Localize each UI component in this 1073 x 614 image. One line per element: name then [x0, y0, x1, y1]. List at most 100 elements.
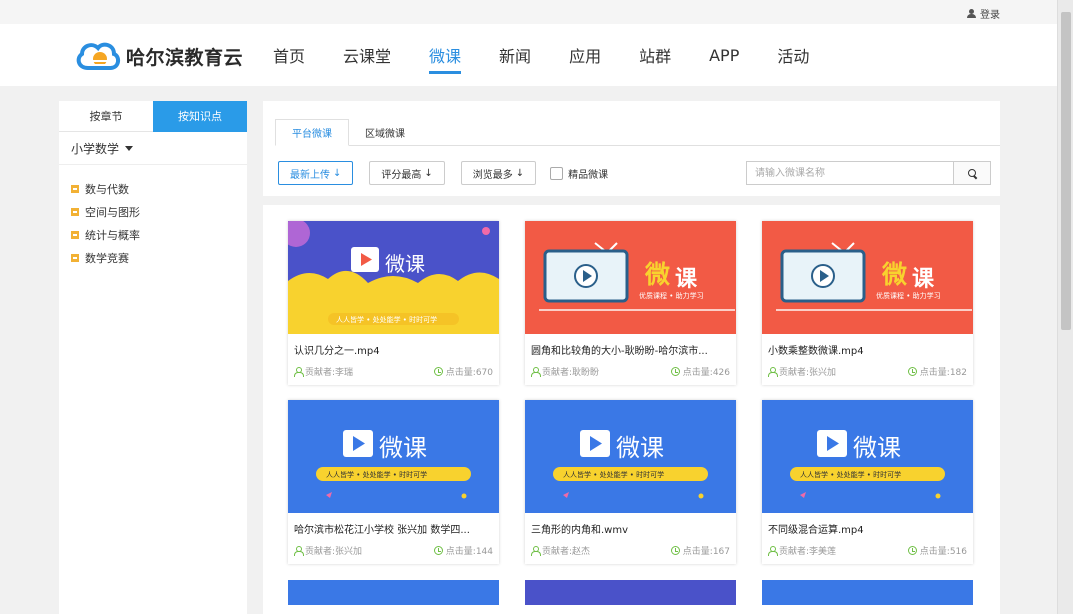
clock-icon: [907, 546, 917, 555]
folder-icon: [71, 230, 79, 239]
thumbnail-weike-text: 微课: [385, 252, 425, 276]
views-label: 点击量:182: [919, 368, 967, 378]
source-tabs: 平台微课 区域微课: [275, 119, 421, 146]
thumbnail-slogan: 人人皆学 • 处处能学 • 时时可学: [800, 471, 902, 479]
sort-top-rated-button[interactable]: 评分最高 ↓: [369, 161, 445, 185]
thumbnail-weike-text: 微课: [379, 434, 427, 462]
thumbnail-slogan: 人人皆学 • 处处能学 • 时时可学: [336, 316, 438, 324]
nav-home[interactable]: 首页: [273, 24, 305, 86]
nav-micro-lesson[interactable]: 微课: [429, 24, 462, 86]
sort-filters: 最新上传 ↓ 评分最高 ↓ 浏览最多 ↓ 精品微课: [278, 161, 608, 185]
lesson-meta: 贡献者:张兴加 点击量:182: [768, 365, 967, 378]
category-item[interactable]: 数学竞赛: [59, 246, 247, 269]
lesson-thumbnail: 微课 人人皆学 • 处处能学 • 时时可学: [288, 400, 499, 513]
category-item[interactable]: 空间与图形: [59, 200, 247, 223]
brand-name: 哈尔滨教育云: [126, 46, 244, 69]
thumbnail-weike-ke: 课: [675, 267, 698, 292]
sort-label: 浏览最多: [472, 169, 513, 181]
lesson-title: 哈尔滨市松花江小学校 张兴加 数学四...: [294, 525, 470, 536]
top-bar: 登录: [0, 0, 1057, 24]
nav-apps[interactable]: 应用: [569, 24, 601, 86]
views-label: 点击量:426: [682, 368, 730, 378]
sort-most-viewed-button[interactable]: 浏览最多 ↓: [460, 161, 537, 185]
thumbnail-subtitle: 优质课程 • 助力学习: [876, 292, 941, 300]
clock-icon: [907, 367, 917, 376]
lesson-card[interactable]: 微 课 优质课程 • 助力学习 小数乘整数微课.mp4 贡献者:张兴加 点击量:…: [762, 221, 973, 385]
person-icon: [531, 367, 541, 377]
category-list: 数与代数 空间与图形 统计与概率 数学竞赛: [59, 165, 247, 269]
sidebar-tabs: 按章节 按知识点: [59, 101, 247, 132]
lesson-card-partial[interactable]: [525, 580, 736, 605]
sort-label: 最新上传: [290, 169, 330, 181]
views-label: 点击量:144: [445, 547, 493, 557]
category-label: 统计与概率: [85, 228, 140, 242]
featured-filter[interactable]: 精品微课: [550, 166, 608, 181]
tab-by-chapter[interactable]: 按章节: [59, 101, 153, 132]
views-label: 点击量:167: [682, 547, 730, 557]
lesson-meta: 贡献者:耿盼盼 点击量:426: [531, 365, 730, 378]
featured-label: 精品微课: [568, 169, 609, 181]
lesson-title: 圆角和比较角的大小-耿盼盼-哈尔滨市...: [531, 346, 708, 357]
clock-icon: [433, 367, 443, 376]
category-item[interactable]: 统计与概率: [59, 223, 247, 246]
lesson-card[interactable]: 微课 人人皆学 • 处处能学 • 时时可学 认识几分之一.mp4 贡献者:李瑞 …: [288, 221, 499, 385]
featured-checkbox[interactable]: [550, 166, 564, 180]
category-label: 数学竞赛: [85, 251, 129, 265]
contributor: 贡献者:李瑞: [294, 365, 353, 378]
contributor-label: 贡献者:耿盼盼: [542, 368, 600, 378]
sidebar: 按章节 按知识点 小学数学 数与代数 空间与图形 统计与概率 数学竞赛: [59, 101, 247, 614]
view-count: 点击量:144: [433, 544, 493, 557]
scrollbar-thumb[interactable]: [1061, 12, 1071, 330]
nav-site-group[interactable]: 站群: [639, 24, 671, 86]
lesson-title: 不同级混合运算.mp4: [768, 525, 864, 536]
nav-activities[interactable]: 活动: [777, 24, 809, 86]
nav-news[interactable]: 新闻: [499, 24, 531, 86]
lesson-meta: 贡献者:张兴加 点击量:144: [294, 544, 493, 557]
view-count: 点击量:670: [433, 365, 493, 378]
search-button[interactable]: [953, 162, 990, 184]
thumbnail-slogan: 人人皆学 • 处处能学 • 时时可学: [326, 471, 428, 479]
view-count: 点击量:516: [907, 544, 967, 557]
site-logo[interactable]: 哈尔滨教育云: [74, 38, 243, 74]
site-header: 哈尔滨教育云 首页 云课堂 微课 新闻 应用 站群 APP 活动: [0, 24, 1057, 86]
folder-icon: [71, 207, 79, 216]
thumbnail-subtitle: 优质课程 • 助力学习: [639, 292, 704, 300]
contributor: 贡献者:李美莲: [768, 544, 836, 557]
page-scrollbar[interactable]: [1057, 0, 1073, 614]
lesson-thumbnail: 微 课 优质课程 • 助力学习: [762, 221, 973, 334]
sort-newest-button[interactable]: 最新上传 ↓: [278, 161, 354, 185]
lesson-card[interactable]: 微课 人人皆学 • 处处能学 • 时时可学 三角形的内角和.wmv 贡献者:赵杰…: [525, 400, 736, 564]
main-nav: 首页 云课堂 微课 新闻 应用 站群 APP 活动: [273, 24, 847, 86]
lesson-card-partial[interactable]: [288, 580, 499, 605]
lesson-meta: 贡献者:李瑞 点击量:670: [294, 365, 493, 378]
nav-cloud-classroom[interactable]: 云课堂: [343, 24, 391, 86]
login-link[interactable]: 登录: [967, 6, 1000, 21]
thumbnail-art: [762, 221, 973, 334]
contributor-label: 贡献者:赵杰: [542, 547, 591, 557]
thumbnail-weike-wei: 微: [645, 260, 671, 289]
search-input[interactable]: [747, 162, 953, 184]
subject-label: 小学数学: [71, 141, 120, 156]
view-count: 点击量:182: [907, 365, 967, 378]
lesson-thumbnail: 微课 人人皆学 • 处处能学 • 时时可学: [288, 221, 499, 334]
subject-dropdown[interactable]: 小学数学: [59, 132, 247, 165]
lesson-thumbnail: 微 课 优质课程 • 助力学习: [525, 221, 736, 334]
thumbnail-weike-wei: 微: [882, 260, 908, 289]
tab-platform-lessons[interactable]: 平台微课: [275, 119, 349, 146]
lesson-card[interactable]: 微课 人人皆学 • 处处能学 • 时时可学 哈尔滨市松花江小学校 张兴加 数学四…: [288, 400, 499, 564]
person-icon: [294, 367, 304, 377]
nav-app[interactable]: APP: [709, 24, 739, 86]
person-icon: [294, 546, 304, 556]
lesson-meta: 贡献者:赵杰 点击量:167: [531, 544, 730, 557]
cloud-logo-icon: [76, 42, 121, 70]
lesson-card-partial[interactable]: [762, 580, 973, 605]
thumbnail-art: [525, 221, 736, 334]
tab-by-knowledge-point[interactable]: 按知识点: [153, 101, 247, 132]
tab-regional-lessons[interactable]: 区域微课: [349, 119, 421, 146]
lesson-thumbnail: 微课 人人皆学 • 处处能学 • 时时可学: [762, 400, 973, 513]
lesson-card[interactable]: 微 课 优质课程 • 助力学习 圆角和比较角的大小-耿盼盼-哈尔滨市... 贡献…: [525, 221, 736, 385]
folder-icon: [71, 253, 79, 262]
lesson-card[interactable]: 微课 人人皆学 • 处处能学 • 时时可学 不同级混合运算.mp4 贡献者:李美…: [762, 400, 973, 564]
view-count: 点击量:167: [670, 544, 730, 557]
category-item[interactable]: 数与代数: [59, 177, 247, 200]
